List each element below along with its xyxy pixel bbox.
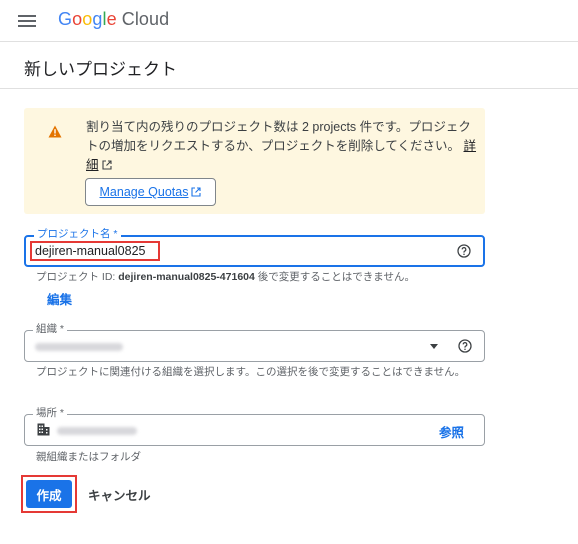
cancel-button[interactable]: キャンセル: [88, 485, 151, 504]
location-hint: 親組織またはフォルダ: [36, 451, 141, 463]
external-link-icon: [101, 160, 112, 170]
google-cloud-logo[interactable]: Google Cloud: [58, 9, 169, 30]
help-circle-icon[interactable]: [457, 244, 471, 258]
project-name-input[interactable]: [30, 241, 160, 261]
organization-hint: プロジェクトに関連付ける組織を選択します。この選択を後で変更することはできません…: [36, 366, 466, 378]
project-name-field: プロジェクト名 *: [24, 228, 485, 267]
organization-value-redacted: [35, 343, 123, 351]
divider: [0, 88, 578, 89]
location-label: 場所 *: [33, 407, 68, 419]
edit-project-id-link[interactable]: 編集: [47, 289, 72, 308]
location-value-redacted: [57, 427, 137, 435]
manage-quotas-button[interactable]: Manage Quotas: [85, 178, 216, 206]
create-button[interactable]: 作成: [26, 480, 72, 508]
warning-icon: [48, 125, 62, 138]
project-name-label: プロジェクト名 *: [34, 228, 121, 240]
browse-button[interactable]: 参照: [439, 422, 464, 441]
location-field[interactable]: 場所 * 参照: [24, 407, 485, 446]
organization-label: 組織 *: [33, 323, 68, 335]
create-button-highlight: 作成: [21, 475, 77, 513]
hamburger-menu-icon[interactable]: [16, 11, 38, 31]
top-app-bar: Google Cloud: [0, 0, 578, 42]
chevron-down-icon[interactable]: [430, 344, 438, 349]
building-icon: [37, 423, 50, 436]
help-circle-icon[interactable]: [458, 339, 472, 353]
project-id-hint: プロジェクト ID: dejiren-manual0825-471604 後で変…: [36, 271, 415, 283]
external-link-icon: [191, 187, 202, 197]
quota-warning-text: 割り当て内の残りのプロジェクト数は 2 projects 件です。プロジェクトの…: [86, 120, 477, 172]
organization-select[interactable]: 組織 *: [24, 323, 485, 362]
quota-warning-banner: 割り当て内の残りのプロジェクト数は 2 projects 件です。プロジェクトの…: [24, 108, 485, 214]
page-title: 新しいプロジェクト: [24, 60, 177, 79]
